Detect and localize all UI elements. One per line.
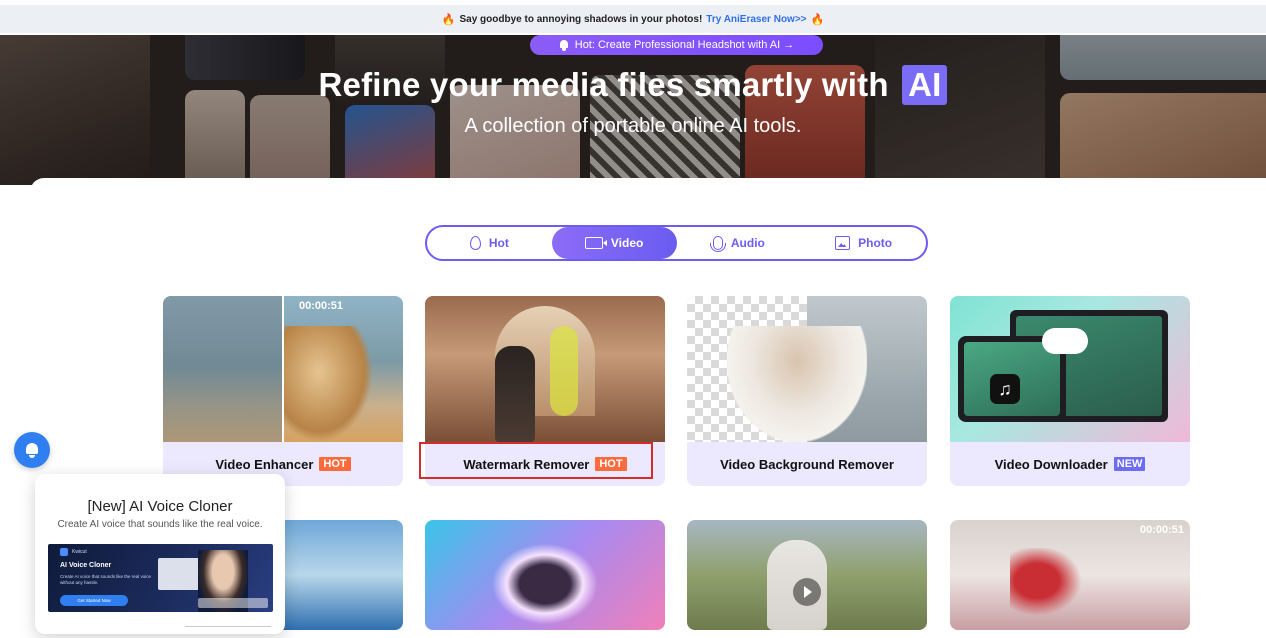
image-icon <box>835 236 851 250</box>
card-title: Video Enhancer <box>215 456 314 472</box>
dancer-image <box>1010 548 1100 630</box>
tab-label: Photo <box>858 236 893 250</box>
hero-overlay <box>0 35 1266 185</box>
compare-divider <box>282 296 284 442</box>
promo-ui-card <box>158 558 202 590</box>
card-thumbnail: 00:00:51 <box>950 520 1190 630</box>
promo-brand: Kwicut <box>72 549 87 555</box>
notification-bell-button[interactable] <box>14 432 50 468</box>
tool-card-watermark-remover[interactable]: Watermark Remover HOT <box>425 296 665 486</box>
card-thumbnail <box>687 296 927 442</box>
card-label: Video Background Remover <box>687 442 927 486</box>
promo-description: Create AI voice that sounds like the rea… <box>60 574 152 585</box>
hot-headshot-pill[interactable]: Hot: Create Professional Headshot with A… <box>530 35 823 55</box>
tab-photo[interactable]: Photo <box>801 227 926 259</box>
hero-title: Refine your media files smartly with AI <box>0 65 1266 105</box>
play-icon[interactable] <box>793 578 821 606</box>
bell-icon <box>25 442 39 458</box>
popup-promo-image[interactable]: Kwicut AI Voice Cloner Create AI voice t… <box>48 544 273 612</box>
card-title: Video Background Remover <box>720 456 894 472</box>
card-thumbnail <box>687 520 927 630</box>
new-badge: NEW <box>1113 457 1146 471</box>
rider-image <box>495 346 535 442</box>
fire-icon: 🔥 <box>441 13 456 26</box>
fire-icon: 🔥 <box>810 13 825 26</box>
hero-title-ai-badge: AI <box>902 65 948 105</box>
card-thumbnail <box>425 520 665 630</box>
video-timestamp: 00:00:51 <box>298 300 343 312</box>
person-image <box>727 326 867 442</box>
card-thumbnail <box>425 296 665 442</box>
popup-title: [New] AI Voice Cloner <box>87 498 233 515</box>
card-title: Watermark Remover <box>463 456 590 472</box>
tab-video[interactable]: Video <box>551 227 677 259</box>
tab-label: Audio <box>730 236 765 250</box>
hero-title-text: Refine your media files smartly with <box>318 66 889 103</box>
tool-card[interactable] <box>425 520 665 630</box>
hot-pill-label: Hot: Create Professional Headshot with A… <box>574 39 795 51</box>
card-label: Watermark Remover HOT <box>425 442 665 486</box>
card-thumbnail: ♫ <box>950 296 1190 442</box>
card-thumbnail: 00:00:51 <box>163 296 403 442</box>
microphone-icon <box>709 236 726 252</box>
brand-logo-icon <box>60 548 68 556</box>
voice-cloner-popup[interactable]: [New] AI Voice Cloner Create AI voice th… <box>35 474 285 634</box>
tiktok-icon: ♫ <box>990 374 1020 404</box>
watermark-highlight <box>550 326 578 416</box>
promo-thumbnail-strip <box>198 598 268 608</box>
promo-banner: 🔥 Say goodbye to annoying shadows in you… <box>0 5 1266 33</box>
get-started-button[interactable]: Get Started Now <box>60 595 128 606</box>
hot-badge: HOT <box>595 457 627 471</box>
tab-audio[interactable]: Audio <box>677 227 802 259</box>
tool-card[interactable]: 00:00:51 <box>950 520 1190 630</box>
category-tabs: Hot Video Audio Photo <box>425 225 928 261</box>
promo-title: AI Voice Cloner <box>60 562 112 569</box>
tab-hot[interactable]: Hot <box>427 227 552 259</box>
promo-text: Say goodbye to annoying shadows in your … <box>459 13 703 25</box>
popup-subtitle: Create AI voice that sounds like the rea… <box>57 519 263 530</box>
tab-label: Video <box>610 236 644 250</box>
hot-badge: HOT <box>319 457 351 471</box>
popup-divider <box>185 626 271 632</box>
hero-subtitle: A collection of portable online AI tools… <box>464 115 802 137</box>
tool-card-video-enhancer[interactable]: 00:00:51 Video Enhancer HOT <box>163 296 403 486</box>
bell-icon <box>559 39 569 51</box>
flame-icon <box>469 236 481 250</box>
tool-card[interactable] <box>687 520 927 630</box>
promo-link[interactable]: Try AniEraser Now>> <box>706 14 806 25</box>
card-label: Video Downloader NEW <box>950 442 1190 486</box>
after-image <box>283 326 373 442</box>
before-image <box>163 296 282 442</box>
tool-card-video-background-remover[interactable]: Video Background Remover <box>687 296 927 486</box>
tool-card-video-downloader[interactable]: ♫ Video Downloader NEW <box>950 296 1190 486</box>
video-camera-icon <box>584 237 607 249</box>
card-title: Video Downloader <box>994 456 1108 472</box>
hero-banner: Hot: Create Professional Headshot with A… <box>0 35 1266 185</box>
tab-label: Hot <box>488 236 509 250</box>
cloud-download-icon <box>1042 328 1088 354</box>
video-timestamp: 00:00:51 <box>1139 524 1184 536</box>
glow-image <box>485 538 605 630</box>
